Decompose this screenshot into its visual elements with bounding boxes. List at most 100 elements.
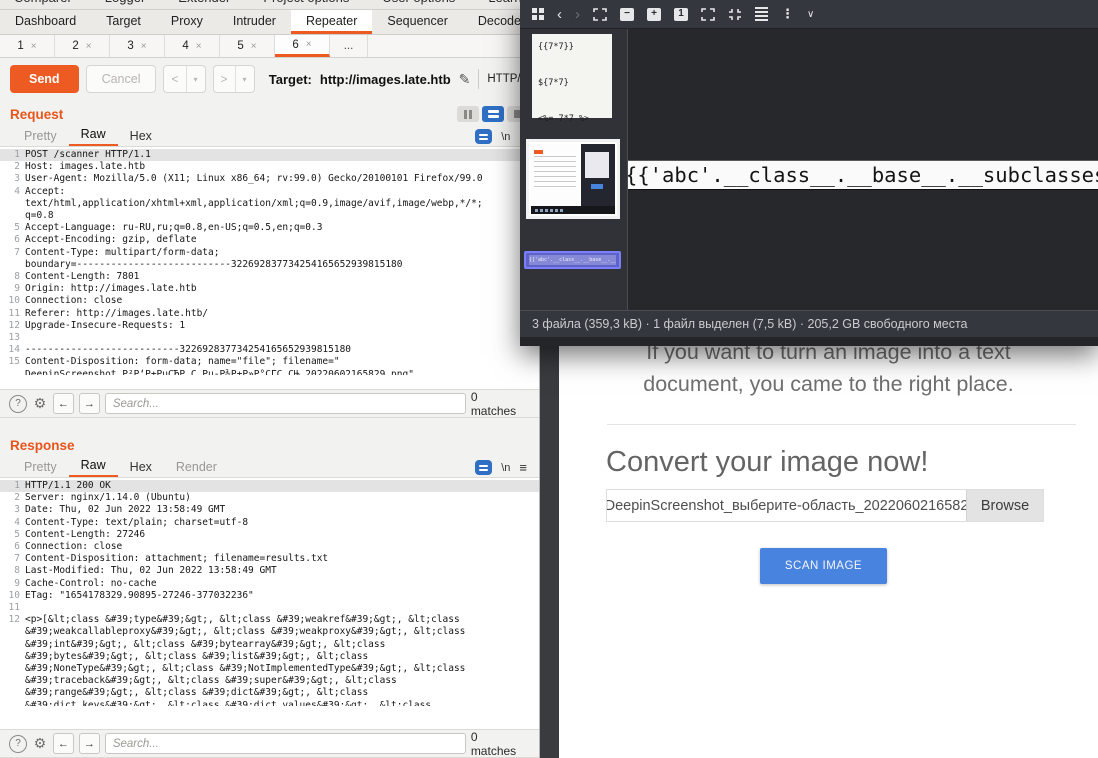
response-editor[interactable]: 1HTTP/1.1 200 OK2Server: nginx/1.14.0 (U… [0,478,539,729]
more-options-icon[interactable]: ⋮ [781,6,794,22]
actual-size-icon[interactable]: 1 [674,8,688,21]
fullscreen-icon[interactable] [701,8,715,21]
tab-sequencer[interactable]: Sequencer [372,10,462,34]
editor-menu-icon[interactable]: ≡ [519,460,527,475]
file-count-label: 3 файла (359,3 kB) · 1 файл выделен (7,5… [532,317,968,331]
view-tab-raw[interactable]: Raw [69,457,118,477]
show-newlines-toggle[interactable]: \n [501,131,510,143]
zoom-in-icon[interactable]: + [647,8,661,21]
repeater-tab-4[interactable]: 4× [165,35,220,57]
view-tab-pretty[interactable]: Pretty [12,128,69,146]
chevron-down-icon[interactable]: ∨ [807,9,814,20]
window-bottom-edge [520,337,1098,346]
code-line: 12<p>[&lt;class &#39;type&#39;&gt;, &lt;… [0,614,539,626]
tab-proxy[interactable]: Proxy [156,10,218,34]
tab-repeater[interactable]: Repeater [291,10,372,34]
view-tab-raw[interactable]: Raw [69,126,118,146]
repeater-tab-3[interactable]: 3× [110,35,165,57]
repeater-tab-5[interactable]: 5× [220,35,275,57]
target-label: Target: [269,72,312,87]
search-help-icon[interactable]: ? [9,395,27,413]
repeater-tab-2[interactable]: 2× [55,35,110,57]
close-tab-icon[interactable]: × [31,41,37,52]
selected-text-file-thumbnail[interactable]: {{'abc'.__class__.__base__.__subclasses_… [524,251,621,269]
code-line: 5Content-Length: 27246 [0,529,539,541]
burp-window: ComparerLoggerExtenderProject optionsUse… [0,0,540,758]
layout-columns-button[interactable] [457,106,479,122]
code-line: 2Server: nginx/1.14.0 (Ubuntu) [0,492,539,504]
panel-splitter[interactable] [0,418,539,431]
history-forward-button[interactable]: > ▾ [213,65,255,93]
syntax-highlight-icon[interactable] [475,129,492,144]
search-settings-gear-icon[interactable]: ⚙ [32,395,48,413]
tab-target[interactable]: Target [91,10,156,34]
show-newlines-toggle[interactable]: \n [501,462,510,474]
code-line: 7Content-Type: multipart/form-data; [0,247,539,259]
search-next-icon[interactable]: → [79,393,100,414]
response-search-bar: ? ⚙ ← → 0 matches [0,729,539,758]
request-search-matches: 0 matches [471,390,530,418]
code-line: 6Connection: close [0,541,539,553]
repeater-tab-1[interactable]: 1× [0,35,55,57]
close-tab-icon[interactable]: × [86,41,92,52]
back-icon[interactable]: ‹ [557,7,562,22]
request-search-input[interactable] [105,393,466,414]
tab-intruder[interactable]: Intruder [218,10,291,34]
view-tab-pretty[interactable]: Pretty [12,459,69,477]
repeater-tab-...[interactable]: ... [330,35,368,57]
view-tab-hex[interactable]: Hex [118,128,164,146]
search-help-icon[interactable]: ? [9,735,27,753]
list-view-icon[interactable] [755,7,768,21]
view-tab-hex[interactable]: Hex [118,459,164,477]
file-preview-area: {{'abc'.__class__.__base__.__subclasses_… [628,29,1098,310]
browse-button[interactable]: Browse [966,490,1043,521]
forward-icon[interactable]: › [575,7,580,22]
layout-rows-button[interactable] [482,106,504,122]
request-title: Request [10,107,63,122]
fit-to-window-icon[interactable] [593,8,607,21]
thumb-burp-area [531,144,579,206]
history-back-button[interactable]: < ▾ [163,65,205,93]
forward-arrow-label[interactable]: > [214,66,235,92]
view-tab-render[interactable]: Render [164,459,229,477]
close-tab-icon[interactable]: × [306,39,312,50]
forward-dropdown-icon[interactable]: ▾ [235,66,254,92]
code-line: 13 [0,332,539,344]
screenshot-file-thumbnail[interactable] [526,139,620,219]
search-prev-icon[interactable]: ← [53,393,74,414]
response-search-input[interactable] [105,733,466,754]
code-line: 10ETag: "1654178329.90895-27246-37703223… [0,590,539,602]
ssti-payload-file-thumbnail[interactable]: {{7*7}} ${7*7} <%= 7*7 %> ${{7*7}} [532,34,612,118]
code-line: &#39;bytes&#39;&gt;, &lt;class &#39;list… [0,651,539,663]
close-tab-icon[interactable]: × [141,41,147,52]
request-editor[interactable]: 1POST /scanner HTTP/1.12Host: images.lat… [0,147,539,389]
repeater-tab-6[interactable]: 6× [275,35,330,57]
cancel-button[interactable]: Cancel [86,65,157,93]
scan-image-button[interactable]: SCAN IMAGE [760,548,887,584]
response-search-matches: 0 matches [471,730,530,758]
file-manager-status-bar: 3 файла (359,3 kB) · 1 файл выделен (7,5… [520,310,1098,337]
back-dropdown-icon[interactable]: ▾ [186,66,205,92]
search-settings-gear-icon[interactable]: ⚙ [32,735,48,753]
toolbar-divider [478,69,479,89]
code-line: 3Date: Thu, 02 Jun 2022 13:58:49 GMT [0,504,539,516]
repeater-tab-row: 1×2×3×4×5×6×... [0,35,539,58]
code-line: &#39;int&#39;&gt;, &lt;class &#39;bytear… [0,639,539,651]
zoom-out-icon[interactable]: − [620,8,634,21]
close-tab-icon[interactable]: × [251,41,257,52]
syntax-highlight-icon[interactable] [475,460,492,475]
exit-fullscreen-icon[interactable] [728,8,742,21]
file-upload-field[interactable]: DeepinScreenshot_выберите-область_202206… [606,489,1044,522]
app-grid-icon[interactable] [532,8,544,20]
edit-target-pencil-icon[interactable]: ✎ [459,71,471,88]
close-tab-icon[interactable]: × [196,41,202,52]
code-line: 8Last-Modified: Thu, 02 Jun 2022 13:58:4… [0,565,539,577]
tab-dashboard[interactable]: Dashboard [0,10,91,34]
code-line: 6Accept-Encoding: gzip, deflate [0,234,539,246]
code-line: 3User-Agent: Mozilla/5.0 (X11; Linux x86… [0,173,539,185]
send-button[interactable]: Send [10,65,79,93]
code-line: boundary=---------------------------3226… [0,259,539,271]
search-prev-icon[interactable]: ← [53,733,74,754]
back-arrow-label[interactable]: < [164,66,185,92]
search-next-icon[interactable]: → [79,733,100,754]
